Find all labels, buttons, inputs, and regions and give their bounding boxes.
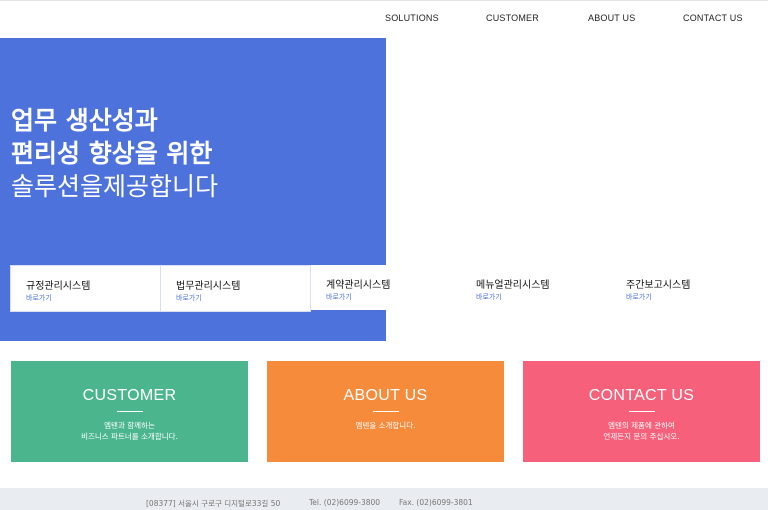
feature-card-customer[interactable]: CUSTOMER 엠텐과 함께하는 비즈니스 파트너를 소개합니다. — [11, 361, 248, 462]
footer-tel: Tel. (02)6099-3800 — [309, 498, 381, 507]
system-card-legal[interactable]: 법무관리시스템 바로가기 — [160, 265, 311, 312]
system-name: 계약관리시스템 — [326, 280, 391, 291]
footer-fax: Fax. (02)6099-3801 — [399, 498, 473, 507]
system-card-manual[interactable]: 메뉴얼관리시스템 바로가기 — [461, 265, 610, 310]
feature-description: 엠텐의 제품에 관하여 언제든지 문의 주십시오. — [523, 420, 760, 442]
feature-description: 엠텐과 함께하는 비즈니스 파트너를 소개합니다. — [11, 420, 248, 442]
system-shortcut-link[interactable]: 바로가기 — [176, 293, 202, 303]
nav-solutions[interactable]: SOLUTIONS — [385, 13, 439, 23]
feature-divider — [373, 411, 399, 412]
system-shortcut-link[interactable]: 바로가기 — [626, 292, 652, 302]
feature-desc-line: 엠텐과 함께하는 — [104, 421, 155, 430]
system-shortcut-link[interactable]: 바로가기 — [26, 293, 52, 303]
system-name: 법무관리시스템 — [176, 281, 241, 292]
feature-title: ABOUT US — [343, 387, 428, 404]
feature-title: CUSTOMER — [82, 387, 177, 404]
hero-line-3: 솔루션을제공합니다 — [11, 172, 219, 201]
feature-desc-line: 언제든지 문의 주십시오. — [603, 432, 680, 441]
hero-line-2: 편리성 향상을 위한 — [11, 139, 213, 168]
feature-card-contact-us[interactable]: CONTACT US 엠텐의 제품에 관하여 언제든지 문의 주십시오. — [523, 361, 760, 462]
system-name: 메뉴얼관리시스템 — [476, 280, 550, 291]
feature-desc-line: 비즈니스 파트너를 소개합니다. — [81, 432, 178, 441]
feature-title: CONTACT US — [588, 387, 695, 404]
hero-line-1: 업무 생산성과 — [11, 106, 158, 135]
feature-desc-line: 엠텐의 제품에 관하여 — [608, 421, 675, 430]
hero-title: 업무 생산성과 편리성 향상을 위한 솔루션을제공합니다 — [11, 104, 218, 203]
system-name: 규정관리시스템 — [26, 281, 91, 292]
system-card-weekly-report[interactable]: 주간보고시스템 바로가기 — [611, 265, 760, 310]
top-nav: SOLUTIONS CUSTOMER ABOUT US CONTACT US — [0, 0, 768, 37]
feature-divider — [629, 411, 655, 412]
feature-card-about-us[interactable]: ABOUT US 엠텐을 소개합니다. — [267, 361, 504, 462]
nav-customer[interactable]: CUSTOMER — [486, 13, 539, 23]
system-shortcut-link[interactable]: 바로가기 — [476, 292, 502, 302]
nav-contact-us[interactable]: CONTACT US — [683, 13, 743, 23]
feature-divider — [117, 411, 143, 412]
system-card-regulation[interactable]: 규정관리시스템 바로가기 — [10, 265, 161, 312]
feature-description: 엠텐을 소개합니다. — [267, 420, 504, 431]
system-card-contract[interactable]: 계약관리시스템 바로가기 — [310, 265, 460, 310]
footer: [08377] 서울시 구로구 디지털로33길 50 Tel. (02)6099… — [0, 488, 768, 510]
feature-desc-line: 엠텐을 소개합니다. — [355, 421, 416, 430]
footer-address: [08377] 서울시 구로구 디지털로33길 50 — [146, 499, 281, 508]
system-list: 규정관리시스템 바로가기 법무관리시스템 바로가기 계약관리시스템 바로가기 메… — [10, 265, 760, 312]
nav-about-us[interactable]: ABOUT US — [588, 13, 635, 23]
system-name: 주간보고시스템 — [626, 280, 691, 291]
system-shortcut-link[interactable]: 바로가기 — [326, 292, 352, 302]
